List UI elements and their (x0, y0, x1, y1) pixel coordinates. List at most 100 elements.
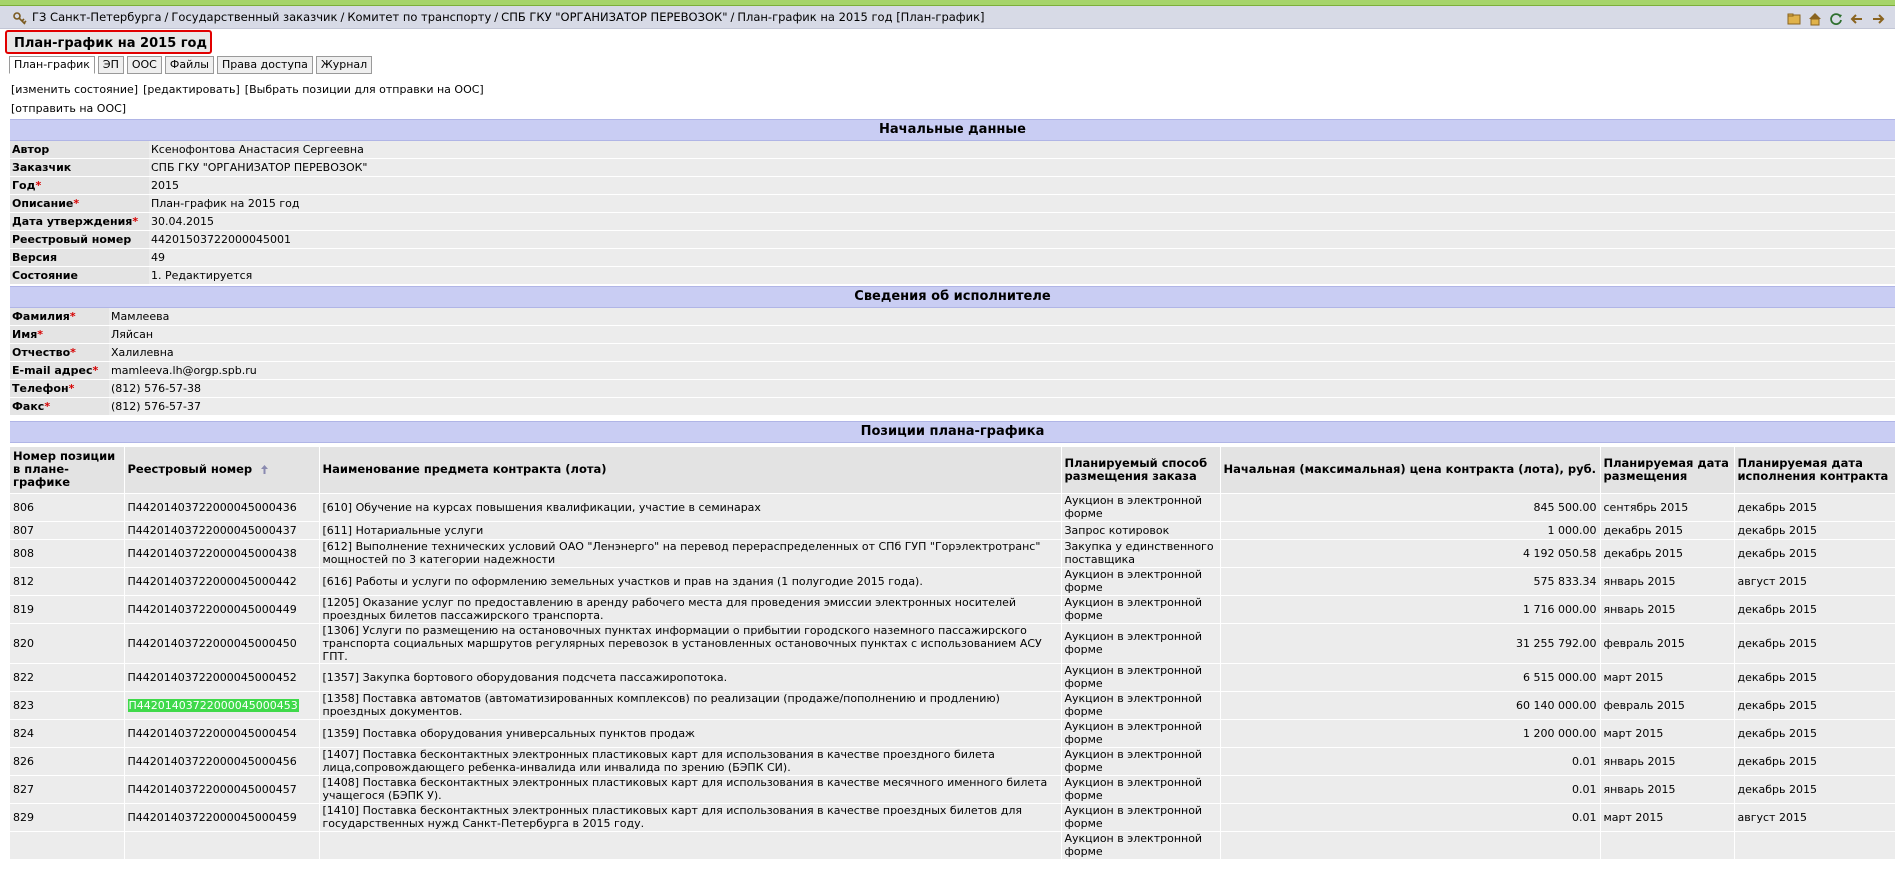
contract-name-cell: [1410] Поставка бесконтактных электронны… (319, 803, 1062, 832)
required-mark: * (73, 197, 80, 210)
column-header-label: Планируемая дата размещения (1603, 455, 1729, 483)
position-number: 812 (13, 574, 34, 588)
forward-icon[interactable] (1870, 11, 1885, 26)
table-row[interactable]: 823 П44201403722000045000453 [1358] Постав… (10, 691, 1895, 720)
registry-number[interactable]: П44201403722000045000450 (128, 637, 297, 650)
placement-date-cell: январь 2015 (1600, 595, 1735, 624)
column-header[interactable]: Планируемая дата размещения (1600, 447, 1735, 494)
column-header[interactable]: Реестровый номер (124, 447, 320, 494)
contract-name-cell: [1359] Поставка оборудования универсальн… (319, 719, 1062, 748)
registry-number[interactable]: П44201403722000045000459 (128, 811, 297, 824)
table-row[interactable]: 819 П44201403722000045000449 [1205] Оказан… (10, 595, 1895, 624)
table-row[interactable]: 806 П44201403722000045000436 [610] Обучени… (10, 493, 1895, 522)
registry-number[interactable]: П44201403722000045000453 (127, 698, 299, 712)
tab-5[interactable]: Журнал (315, 56, 373, 74)
refresh-icon[interactable] (1828, 11, 1843, 26)
home-icon[interactable] (1807, 11, 1822, 26)
table-row[interactable]: 827 П44201403722000045000457 [1408] Постав… (10, 775, 1895, 804)
table-row[interactable]: 822 П44201403722000045000452 [1357] Закупк… (10, 663, 1895, 692)
max-price-cell: 6 515 000.00 (1220, 663, 1601, 692)
registry-number[interactable]: П44201403722000045000438 (128, 547, 297, 560)
tab-3[interactable]: Файлы (164, 56, 214, 74)
execution-date-cell: декабрь 2015 (1734, 691, 1895, 720)
placement-method: Аукцион в электронной форме (1064, 776, 1203, 802)
field-row: Год* 2015 (10, 176, 1895, 195)
field-value: Ксенофонтова Анастасия Сергеевна (149, 141, 1895, 159)
breadcrumb-item[interactable]: План-график на 2015 год [План-график] (737, 10, 984, 24)
table-row[interactable]: 808 П44201403722000045000438 [612] Выполне… (10, 539, 1895, 568)
tab-0[interactable]: План-график (9, 56, 95, 74)
registry-number-cell: П44201403722000045000452 (124, 663, 320, 692)
column-header[interactable]: Планируемый способ размещения заказа (1061, 447, 1221, 494)
table-row[interactable]: 820 П44201403722000045000450 [1306] Услуги… (10, 623, 1895, 664)
sort-asc-icon[interactable] (260, 464, 269, 475)
execution-date: август 2015 (1737, 574, 1807, 588)
execution-date-cell: декабрь 2015 (1734, 623, 1895, 664)
execution-date-cell: август 2015 (1734, 803, 1895, 832)
field-label: E-mail адрес (12, 364, 93, 377)
registry-number[interactable]: П44201403722000045000454 (128, 727, 297, 740)
table-row[interactable]: 807 П44201403722000045000437 [611] Нотариа… (10, 521, 1895, 540)
max-price-cell: 1 716 000.00 (1220, 595, 1601, 624)
column-header[interactable]: Планируемая дата исполнения контракта (1734, 447, 1895, 494)
contract-name-cell: [1408] Поставка бесконтактных электронны… (319, 775, 1062, 804)
back-icon[interactable] (1849, 11, 1864, 26)
column-header[interactable]: Наименование предмета контракта (лота) (319, 447, 1062, 494)
required-mark: * (68, 382, 75, 395)
registry-number[interactable]: П44201403722000045000442 (128, 575, 297, 588)
registry-number[interactable]: П44201403722000045000456 (128, 755, 297, 768)
field-row: Телефон* (812) 576-57-38 (10, 379, 1895, 398)
page-title-box: План-график на 2015 год (5, 30, 212, 54)
max-price: 31 255 792.00 (1516, 636, 1597, 650)
position-number: 819 (13, 602, 34, 616)
breadcrumb-item[interactable]: Государственный заказчик (171, 10, 337, 24)
column-header[interactable]: Начальная (максимальная) цена контракта … (1220, 447, 1601, 494)
execution-date: декабрь 2015 (1737, 782, 1818, 796)
section-executor: Сведения об исполнителе (10, 286, 1895, 308)
table-row[interactable]: 824 П44201403722000045000454 [1359] Постав… (10, 719, 1895, 748)
execution-date-cell: декабрь 2015 (1734, 595, 1895, 624)
registry-number[interactable]: П44201403722000045000457 (128, 783, 297, 796)
tab-1[interactable]: ЭП (97, 56, 124, 74)
send-to-oos-link[interactable]: [отправить на ООС] (11, 102, 126, 115)
registry-number[interactable]: П44201403722000045000449 (128, 603, 297, 616)
registry-number[interactable]: П44201403722000045000436 (128, 501, 297, 514)
column-header[interactable]: Номер позиции в плане-графике (10, 447, 125, 494)
required-mark: * (132, 215, 139, 228)
tab-2[interactable]: ООС (126, 56, 162, 74)
placement-date-cell: февраль 2015 (1600, 691, 1735, 720)
tab-4[interactable]: Права доступа (216, 56, 313, 74)
position-number-cell: 807 (10, 521, 125, 540)
execution-date: декабрь 2015 (1737, 754, 1818, 768)
action-link[interactable]: [Выбрать позиции для отправки на ООС] (245, 83, 484, 96)
registry-number-cell: П44201403722000045000442 (124, 567, 320, 596)
table-row[interactable]: Аукцион в электронной форме (10, 831, 1895, 860)
field-value: Халилевна (109, 343, 1895, 362)
breadcrumb-item[interactable]: СПБ ГКУ "ОРГАНИЗАТОР ПЕРЕВОЗОК" (501, 10, 727, 24)
column-header-label: Номер позиции в плане-графике (13, 449, 116, 490)
required-mark: * (35, 179, 42, 192)
required-mark: * (44, 400, 51, 413)
field-label: Заказчик (12, 161, 72, 174)
action-link[interactable]: [изменить состояние] (11, 83, 138, 96)
contract-name-cell: [1407] Поставка бесконтактных электронны… (319, 747, 1062, 776)
field-row: Версия 49 (10, 248, 1895, 267)
table-row[interactable]: 826 П44201403722000045000456 [1407] Постав… (10, 747, 1895, 776)
table-row[interactable]: 812 П44201403722000045000442 [616] Работы … (10, 567, 1895, 596)
placement-date: декабрь 2015 (1603, 546, 1684, 560)
registry-number-cell: П44201403722000045000438 (124, 539, 320, 568)
position-number-cell: 808 (10, 539, 125, 568)
breadcrumb-item[interactable]: Комитет по транспорту (347, 10, 491, 24)
field-value: 44201503722000045001 (149, 230, 1895, 249)
breadcrumb-separator: / (494, 10, 499, 24)
registry-number[interactable]: П44201403722000045000437 (128, 524, 297, 537)
max-price: 1 200 000.00 (1523, 726, 1597, 740)
table-row[interactable]: 829 П44201403722000045000459 [1410] Постав… (10, 803, 1895, 832)
placement-date: сентябрь 2015 (1603, 500, 1689, 514)
action-link[interactable]: [редактировать] (143, 83, 240, 96)
placement-date: январь 2015 (1603, 574, 1676, 588)
position-number-cell: 829 (10, 803, 125, 832)
registry-number[interactable]: П44201403722000045000452 (128, 671, 297, 684)
breadcrumb-item[interactable]: ГЗ Санкт-Петербурга (32, 10, 162, 24)
folder-icon[interactable] (1786, 11, 1801, 26)
